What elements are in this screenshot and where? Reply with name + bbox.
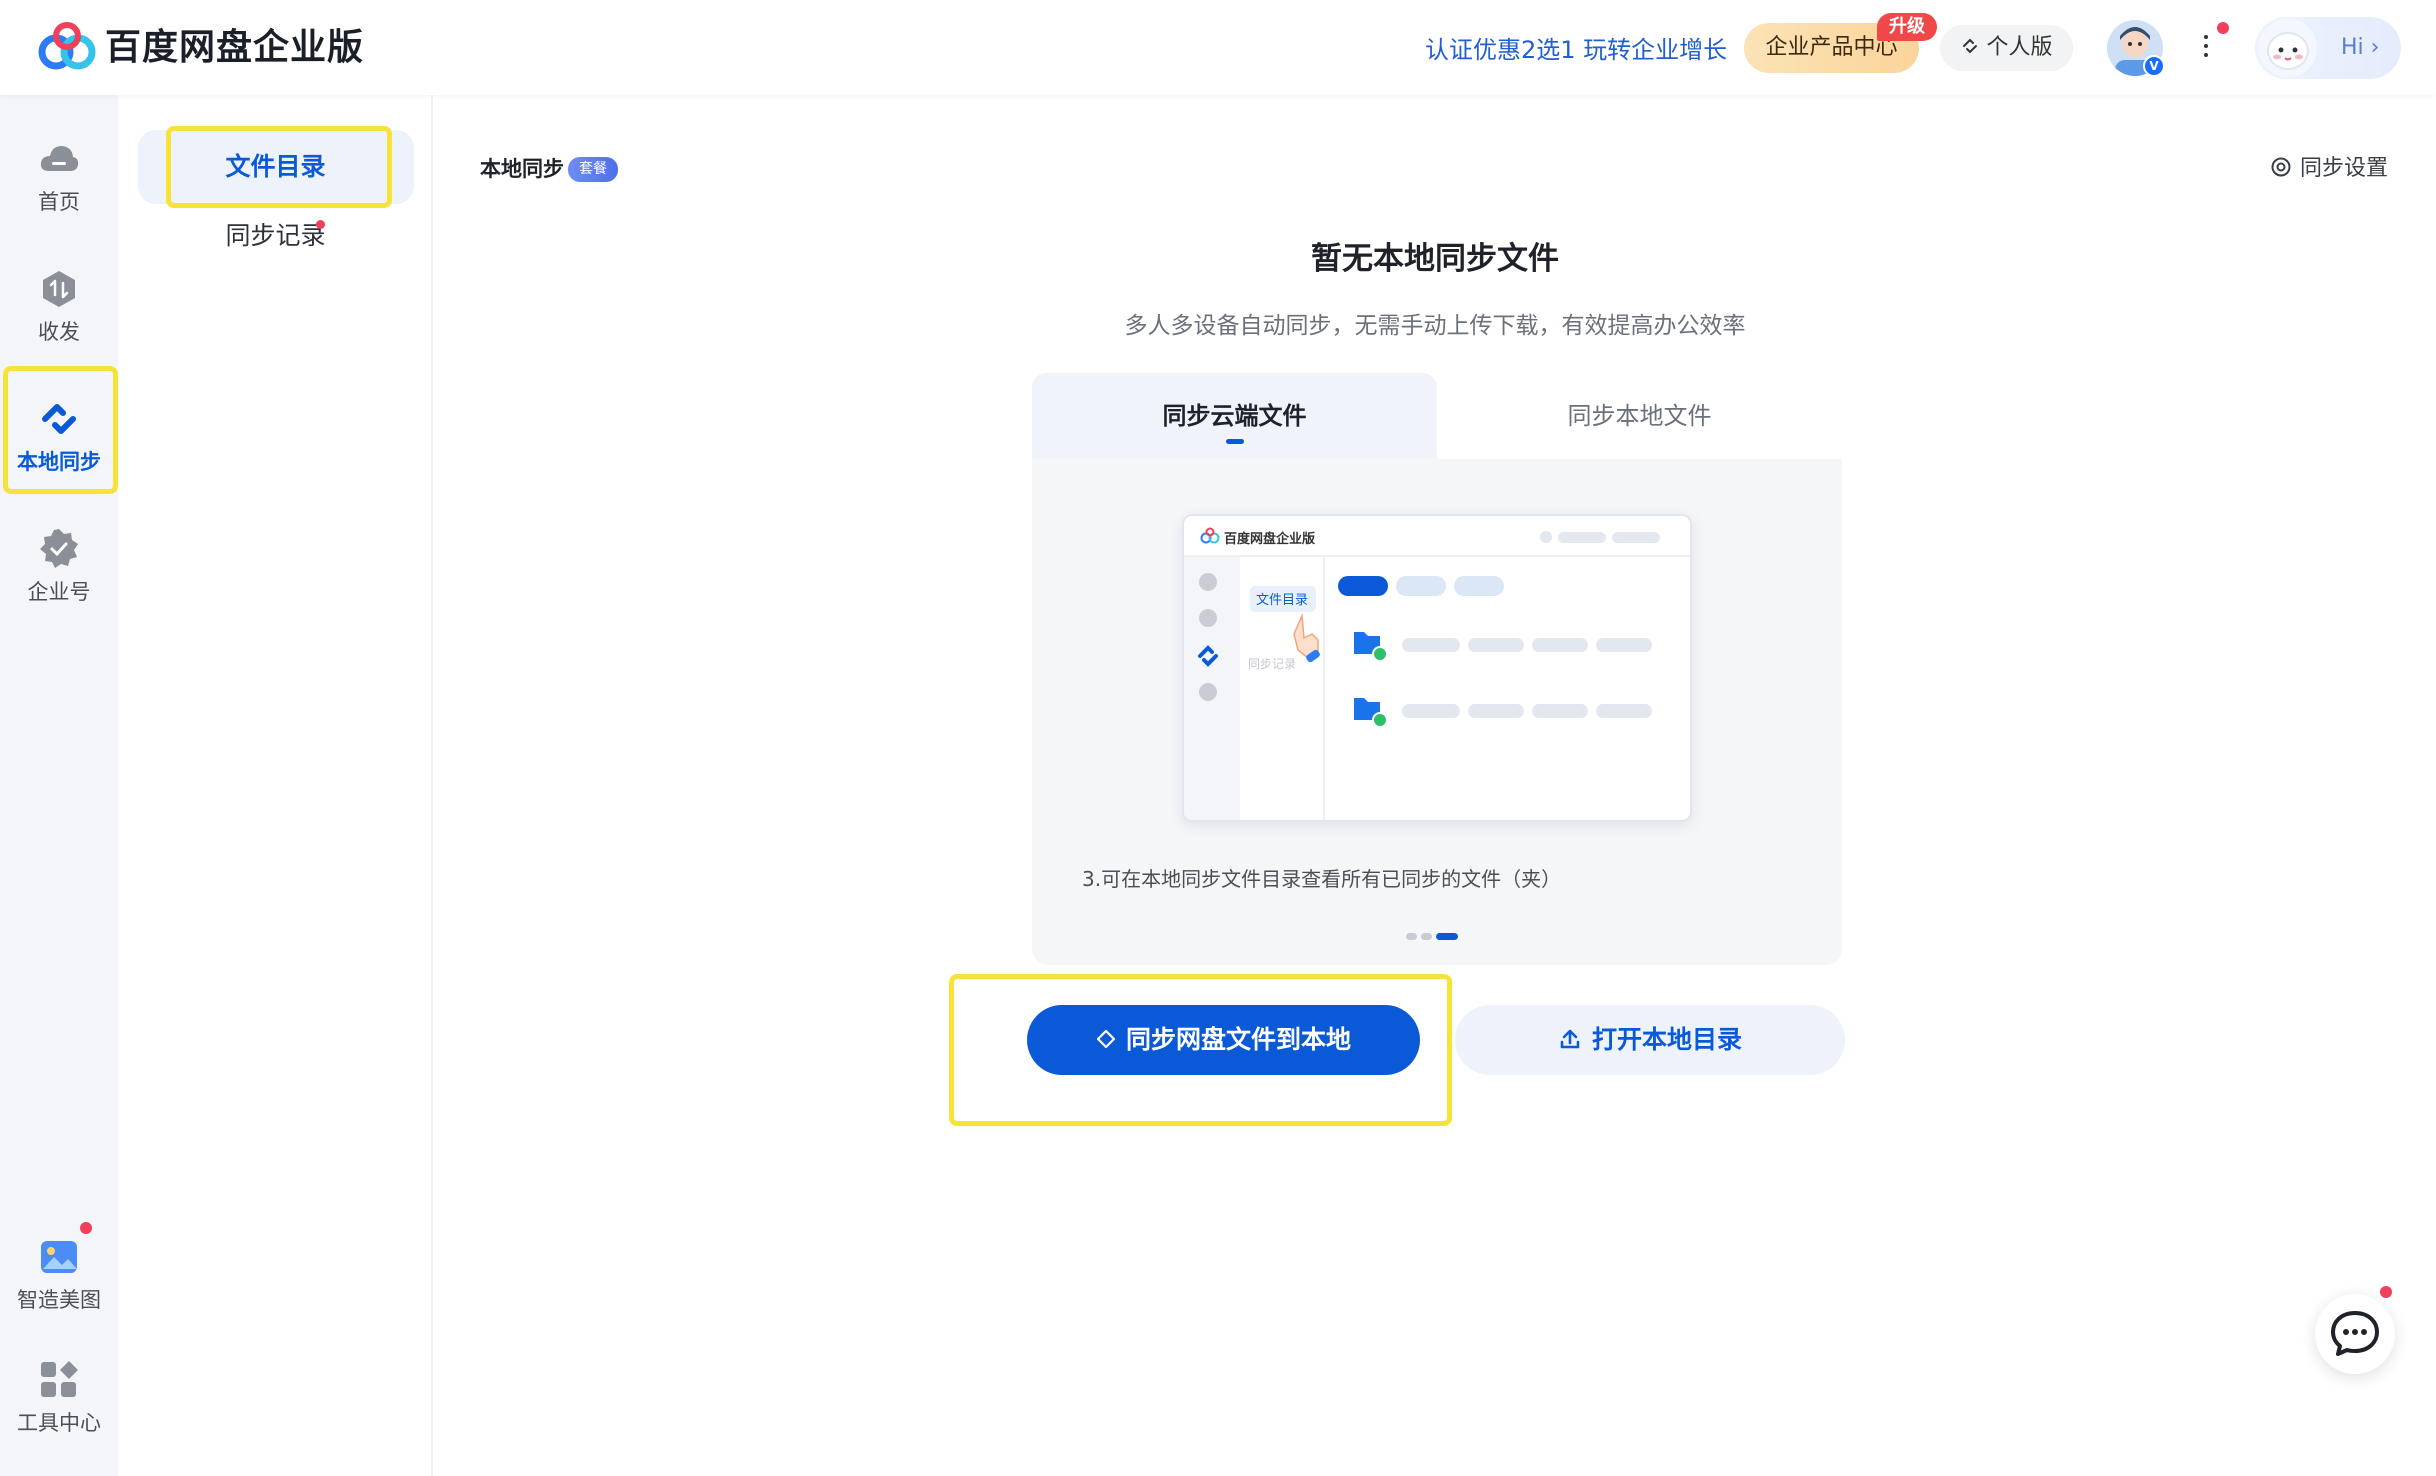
notification-dot: [316, 220, 325, 229]
chevron-right-icon: ›: [2370, 35, 2380, 60]
carousel-dot-active[interactable]: [1436, 933, 1458, 940]
empty-state-title: 暂无本地同步文件: [1311, 241, 1559, 277]
gear-icon: [2271, 157, 2291, 177]
carousel-dot[interactable]: [1421, 933, 1432, 940]
illustration-mockup: 百度网盘企业版 文件目录 同步记录: [1182, 514, 1692, 822]
feature-carousel: 百度网盘企业版 文件目录 同步记录 3.可在本地同步文件目录查看所有已同步的文件…: [1032, 459, 1842, 965]
assistant-hi-label: Hi: [2341, 35, 2364, 60]
rail-item-label: 智造美图: [17, 1288, 101, 1312]
more-vertical-icon[interactable]: [2198, 30, 2214, 66]
carousel-dot[interactable]: [1406, 933, 1417, 940]
left-rail: 首页 收发 本地同步 企业号 智造美图 工具中心: [0, 95, 118, 1476]
page-title: 本地同步: [480, 157, 564, 181]
sync-icon: [42, 404, 76, 434]
upload-icon: [1560, 1029, 1580, 1048]
transfer-icon: [43, 271, 75, 307]
rail-item-label: 首页: [38, 190, 80, 214]
sync-icon: [1096, 1029, 1116, 1049]
rail-item-transfer[interactable]: 收发: [0, 257, 118, 367]
rail-item-label: 本地同步: [17, 450, 101, 474]
sync-tabs: 同步云端文件 同步本地文件: [1032, 373, 1842, 459]
mockup-drawing: 百度网盘企业版 文件目录 同步记录: [1184, 527, 1690, 820]
subnav-item-sync-records[interactable]: 同步记录: [118, 216, 433, 256]
plan-tag: 套餐: [568, 157, 618, 182]
top-bar: 百度网盘企业版 认证优惠2选1 玩转企业增长 企业产品中心 升级 个人版 V H…: [0, 0, 2436, 95]
rail-item-local-sync[interactable]: 本地同步: [0, 387, 118, 497]
subnav-item-file-directory[interactable]: 文件目录: [118, 147, 433, 187]
notification-dot: [2380, 1286, 2392, 1298]
cloud-icon: [40, 146, 79, 171]
chat-bubble-icon: [2331, 1311, 2379, 1356]
baidu-netdisk-logo[interactable]: [36, 22, 98, 74]
sync-settings-label: 同步设置: [2300, 156, 2389, 181]
secondary-button-label: 打开本地目录: [1591, 1025, 1742, 1054]
assistant-hi-button[interactable]: Hi ›: [2255, 17, 2401, 79]
assistant-avatar: [2259, 19, 2317, 77]
tab-sync-cloud-files[interactable]: 同步云端文件: [1032, 373, 1437, 459]
rail-item-label: 企业号: [27, 580, 91, 604]
primary-button-label: 同步网盘文件到本地: [1125, 1025, 1351, 1054]
mock-app-title: 百度网盘企业版: [1224, 531, 1315, 547]
app-title: 百度网盘企业版: [105, 27, 365, 68]
tab-active-indicator: [1226, 439, 1244, 444]
rail-item-label: 收发: [38, 320, 80, 344]
personal-version-label: 个人版: [1986, 35, 2053, 60]
rail-item-home[interactable]: 首页: [0, 127, 118, 237]
rail-item-image-studio[interactable]: 智造美图: [0, 1225, 118, 1335]
rail-item-tool-center[interactable]: 工具中心: [0, 1348, 118, 1458]
verified-badge: V: [2143, 55, 2165, 77]
sync-settings-button[interactable]: 同步设置: [2270, 153, 2388, 185]
apps-icon: [41, 1361, 78, 1397]
notification-dot: [80, 1222, 92, 1234]
rail-item-label: 工具中心: [17, 1411, 101, 1435]
image-icon: [41, 1241, 77, 1273]
carousel-caption: 3.可在本地同步文件目录查看所有已同步的文件（夹）: [1082, 867, 1562, 891]
promo-link[interactable]: 认证优惠2选1 玩转企业增长: [1425, 30, 1727, 70]
enterprise-badge-icon: [40, 529, 78, 568]
upgrade-badge: 升级: [1877, 13, 1937, 41]
chat-support-button[interactable]: [2315, 1294, 2395, 1374]
empty-state-subtitle: 多人多设备自动同步，无需手动上传下载，有效提高办公效率: [1124, 313, 1746, 339]
personal-switch-icon: [1963, 38, 1978, 54]
tab-sync-local-files[interactable]: 同步本地文件: [1437, 373, 1842, 459]
rail-item-enterprise[interactable]: 企业号: [0, 517, 118, 627]
tab-label: 同步云端文件: [1162, 402, 1307, 430]
mock-menu-other: 同步记录: [1248, 657, 1296, 671]
open-local-directory-button[interactable]: 打开本地目录: [1455, 1005, 1845, 1075]
carousel-dots[interactable]: [1406, 933, 1466, 941]
personal-version-button[interactable]: 个人版: [1940, 25, 2073, 71]
sync-cloud-to-local-button[interactable]: 同步网盘文件到本地: [1027, 1005, 1420, 1075]
notification-dot: [2217, 22, 2229, 34]
mock-menu-selected: 文件目录: [1256, 593, 1308, 608]
sub-navigation: 文件目录 同步记录: [118, 95, 433, 1476]
